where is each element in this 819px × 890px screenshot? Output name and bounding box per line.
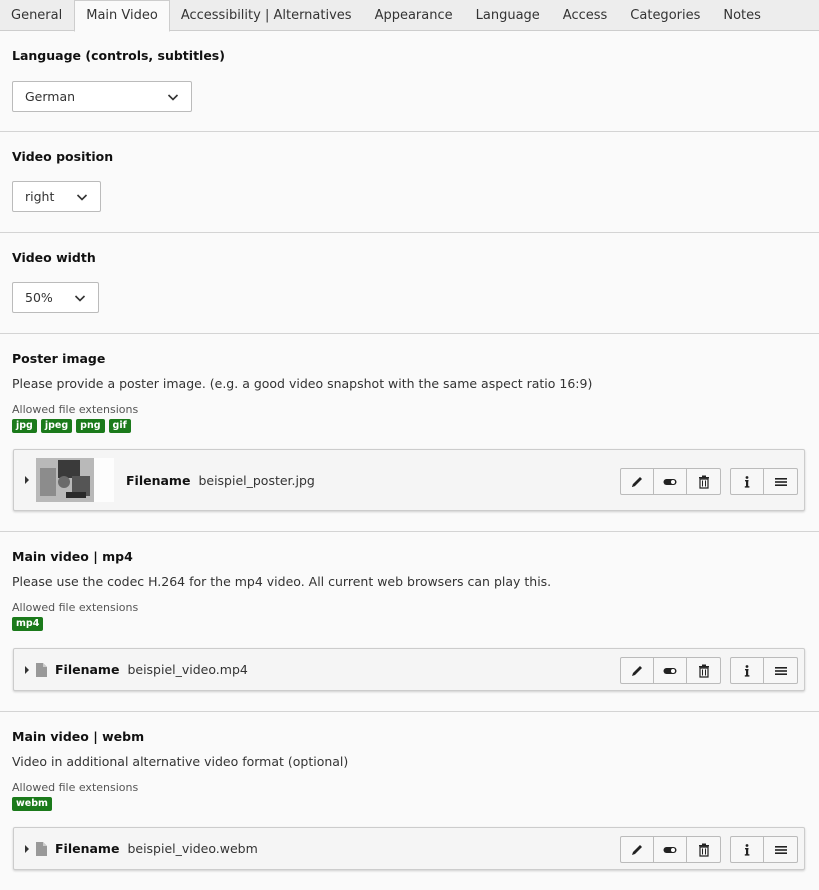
position-section: Video position right [0,132,819,233]
trash-icon [698,475,709,489]
tab-categories[interactable]: Categories [619,0,712,31]
info-button[interactable] [731,469,764,494]
chevron-down-icon [74,294,86,302]
allowed-extensions-label: Allowed file extensions [12,601,139,614]
position-select[interactable]: right [12,181,101,212]
pencil-icon [632,476,642,487]
language-select[interactable]: German [12,81,192,112]
webm-edit-actions [620,836,721,863]
allowed-extensions-label: Allowed file extensions [12,781,139,794]
poster-edit-actions [620,468,721,495]
allowed-extensions-label: Allowed file extensions [12,403,139,416]
delete-button[interactable] [687,658,720,683]
poster-info-actions [730,468,798,495]
webm-section: Main video | webm Video in additional al… [0,712,819,890]
edit-button[interactable] [621,469,654,494]
webm-label: Main video | webm [12,729,145,744]
pencil-icon [632,844,642,855]
extension-badge: jpg [12,419,37,433]
drag-handle[interactable] [764,658,797,683]
delete-button[interactable] [687,469,720,494]
mp4-label: Main video | mp4 [12,549,133,564]
tab-general[interactable]: General [0,0,74,31]
extension-badge: gif [108,419,131,433]
tab-bar: General Main Video Accessibility | Alter… [0,0,819,32]
chevron-down-icon [167,93,179,101]
webm-description: Video in additional alternative video fo… [12,754,349,769]
position-value: right [25,189,55,204]
caret-right-icon[interactable] [24,844,30,853]
chevron-down-icon [76,193,88,201]
trash-icon [698,843,709,857]
language-label: Language (controls, subtitles) [12,48,225,63]
position-label: Video position [12,149,114,164]
mp4-edit-actions [620,657,721,684]
width-value: 50% [25,290,53,305]
poster-filename: beispiel_poster.jpg [198,472,315,488]
file-icon [36,662,47,677]
mp4-filename: beispiel_video.mp4 [127,662,248,677]
tab-language[interactable]: Language [465,0,552,31]
toggle-visibility-button[interactable] [654,469,687,494]
caret-right-icon[interactable] [24,665,30,674]
poster-section: Poster image Please provide a poster ima… [0,334,819,532]
webm-filename: beispiel_video.webm [127,841,258,856]
width-section: Video width 50% [0,233,819,334]
menu-icon [774,666,787,675]
tab-notes[interactable]: Notes [712,0,773,31]
toggle-icon [663,667,677,674]
tab-accessibility[interactable]: Accessibility | Alternatives [170,0,364,31]
extension-list: jpg jpeg png gif [12,419,131,433]
edit-button[interactable] [621,658,654,683]
file-icon [36,841,47,856]
extension-badge: mp4 [12,617,44,631]
poster-description: Please provide a poster image. (e.g. a g… [12,376,593,391]
filename-label: Filename [126,472,191,488]
poster-label: Poster image [12,351,106,366]
extension-badge: webm [12,797,52,811]
extension-list: mp4 [12,617,44,631]
pencil-icon [632,665,642,676]
menu-icon [774,477,787,486]
toggle-visibility-button[interactable] [654,837,687,862]
tab-appearance[interactable]: Appearance [364,0,465,31]
info-icon [744,475,750,488]
info-button[interactable] [731,837,764,862]
edit-button[interactable] [621,837,654,862]
language-section: Language (controls, subtitles) German [0,32,819,132]
mp4-info-actions [730,657,798,684]
extension-badge: png [76,419,105,433]
trash-icon [698,664,709,678]
filename-label: Filename [55,841,120,856]
tab-access[interactable]: Access [552,0,620,31]
width-label: Video width [12,250,96,265]
filename-label: Filename [55,662,120,677]
extension-badge: jpeg [40,419,73,433]
tab-main-video[interactable]: Main Video [74,0,170,32]
extension-list: webm [12,797,52,811]
info-icon [744,843,750,856]
menu-icon [774,845,787,854]
toggle-visibility-button[interactable] [654,658,687,683]
info-button[interactable] [731,658,764,683]
webm-info-actions [730,836,798,863]
toggle-icon [663,846,677,853]
poster-thumbnail [36,458,114,502]
info-icon [744,664,750,677]
toggle-icon [663,478,677,485]
delete-button[interactable] [687,837,720,862]
language-value: German [25,89,76,104]
mp4-description: Please use the codec H.264 for the mp4 v… [12,574,552,589]
drag-handle[interactable] [764,837,797,862]
drag-handle[interactable] [764,469,797,494]
mp4-section: Main video | mp4 Please use the codec H.… [0,532,819,712]
caret-right-icon[interactable] [24,476,30,484]
width-select[interactable]: 50% [12,282,99,313]
